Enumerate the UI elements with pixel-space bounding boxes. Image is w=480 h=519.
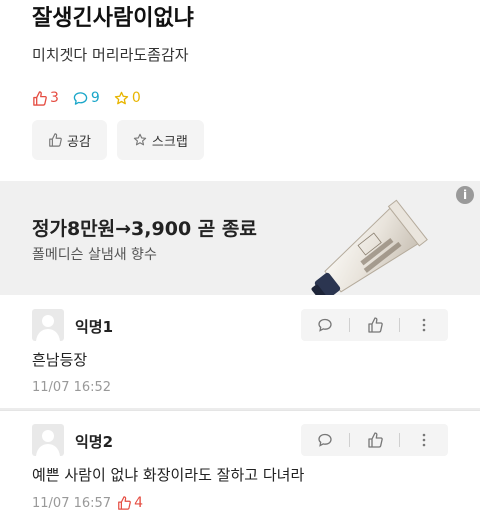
ad-subtitle: 폴메디슨 살냄새 향수 [32, 247, 157, 263]
thumbs-up-icon [367, 432, 383, 448]
comment-controls [301, 309, 448, 341]
perfume-tube-image [311, 199, 428, 295]
avatar [32, 309, 64, 341]
more-vertical-icon [422, 318, 426, 332]
ad-title: 정가8만원→3,900 곧 종료 [32, 218, 257, 240]
comment-count: 9 [73, 90, 100, 106]
comment-text: 흔남등장 [32, 351, 88, 369]
reply-button[interactable] [301, 317, 349, 333]
comment-meta: 11/07 16:57 4 [32, 495, 143, 511]
thumbs-up-icon [118, 496, 131, 510]
speech-bubble-icon [318, 433, 332, 447]
avatar [32, 424, 64, 456]
empathy-label: 공감 [67, 134, 91, 150]
more-menu-button[interactable] [400, 317, 448, 333]
ad-info-icon[interactable]: i [456, 186, 474, 204]
comment-like-value: 4 [134, 495, 143, 511]
ad-banner[interactable]: 정가8만원→3,900 곧 종료 폴메디슨 살냄새 향수 i [0, 181, 480, 295]
speech-bubble-icon [73, 91, 88, 105]
scrap-button[interactable]: 스크랩 [116, 120, 204, 160]
like-count-value: 3 [50, 90, 59, 106]
more-vertical-icon [422, 433, 426, 447]
more-menu-button[interactable] [400, 432, 448, 448]
comment-author: 익명2 [75, 433, 114, 451]
reply-button[interactable] [301, 432, 349, 448]
star-icon [133, 133, 147, 146]
thumbs-up-icon [33, 90, 47, 106]
comment-count-value: 9 [90, 90, 100, 106]
post-actions: 공감 스크랩 [32, 120, 204, 160]
star-icon [114, 91, 128, 104]
comment-like-button[interactable] [350, 317, 398, 333]
thumbs-up-icon [49, 133, 62, 147]
comment-time: 11/07 16:52 [32, 380, 112, 395]
thumbs-up-icon [367, 317, 383, 333]
comment-text: 예쁜 사람이 없냐 화장이라도 잘하고 다녀라 [32, 466, 305, 484]
comment-time: 11/07 16:57 [32, 495, 112, 511]
speech-bubble-icon [318, 318, 332, 332]
comment-meta: 11/07 16:52 [32, 380, 111, 395]
comment-author: 익명1 [75, 318, 114, 336]
comment-item: 익명1 흔남등장 11/07 16:52 [0, 296, 480, 408]
comment-item: 익명2 예쁜 사람이 없냐 화장이라도 잘하고 다녀라 11/07 16:57 … [0, 410, 480, 519]
post-body: 미치겟다 머리라도좀감자 [32, 46, 189, 64]
post-stats: 3 9 0 [32, 90, 141, 106]
empathy-button[interactable]: 공감 [32, 120, 107, 160]
scrap-count: 0 [114, 90, 141, 106]
scrap-count-value: 0 [131, 90, 141, 106]
like-count: 3 [32, 90, 59, 106]
comment-like-count: 4 [117, 495, 143, 511]
post-title: 잘생긴사람이없냐 [32, 6, 194, 31]
comment-like-button[interactable] [350, 432, 398, 448]
scrap-label: 스크랩 [151, 134, 188, 150]
comment-controls [301, 424, 448, 456]
